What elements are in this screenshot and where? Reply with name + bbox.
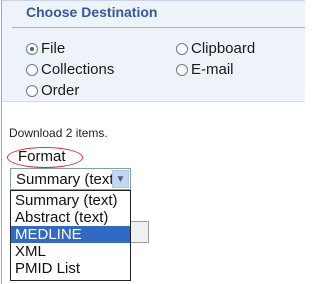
radio-button-selected-icon[interactable] xyxy=(26,42,38,55)
format-label: Format xyxy=(18,148,66,165)
format-option-pmid-list[interactable]: PMID List xyxy=(11,260,130,277)
radio-button-icon[interactable] xyxy=(26,63,38,76)
destination-option-collections[interactable]: Collections xyxy=(26,61,114,78)
destination-option-label: Order xyxy=(41,82,80,99)
panel-title: Choose Destination xyxy=(26,4,158,20)
choose-destination-panel: Choose Destination File Clipboard Collec… xyxy=(2,0,305,102)
format-heading: Format xyxy=(7,147,83,168)
destination-option-label: File xyxy=(41,40,66,57)
destination-option-label: E-mail xyxy=(191,61,234,78)
radio-button-icon[interactable] xyxy=(176,42,188,55)
download-count-text: Download 2 items. xyxy=(9,126,108,140)
format-dropdown-list: Summary (text) Abstract (text) MEDLINE X… xyxy=(10,190,131,281)
destination-option-label: Clipboard xyxy=(191,40,256,57)
format-option-summary[interactable]: Summary (text) xyxy=(11,192,130,209)
format-option-abstract[interactable]: Abstract (text) xyxy=(11,209,130,226)
destination-option-order[interactable]: Order xyxy=(26,82,79,99)
destination-option-label: Collections xyxy=(41,61,115,78)
format-select[interactable]: Summary (text) ▼ xyxy=(10,168,131,190)
title-divider xyxy=(12,27,305,28)
format-option-xml[interactable]: XML xyxy=(11,243,130,260)
format-select-value: Summary (text) xyxy=(16,171,119,188)
format-option-medline[interactable]: MEDLINE xyxy=(11,226,130,243)
hidden-button-edge xyxy=(131,221,149,243)
destination-option-clipboard[interactable]: Clipboard xyxy=(176,40,255,57)
radio-button-icon[interactable] xyxy=(26,84,38,97)
panel-top-border xyxy=(2,0,305,1)
radio-button-icon[interactable] xyxy=(176,63,188,76)
destination-option-email[interactable]: E-mail xyxy=(176,61,234,78)
destination-option-file[interactable]: File xyxy=(26,40,65,57)
chevron-down-icon[interactable]: ▼ xyxy=(112,170,129,188)
send-to-dialog: Choose Destination File Clipboard Collec… xyxy=(0,0,305,284)
